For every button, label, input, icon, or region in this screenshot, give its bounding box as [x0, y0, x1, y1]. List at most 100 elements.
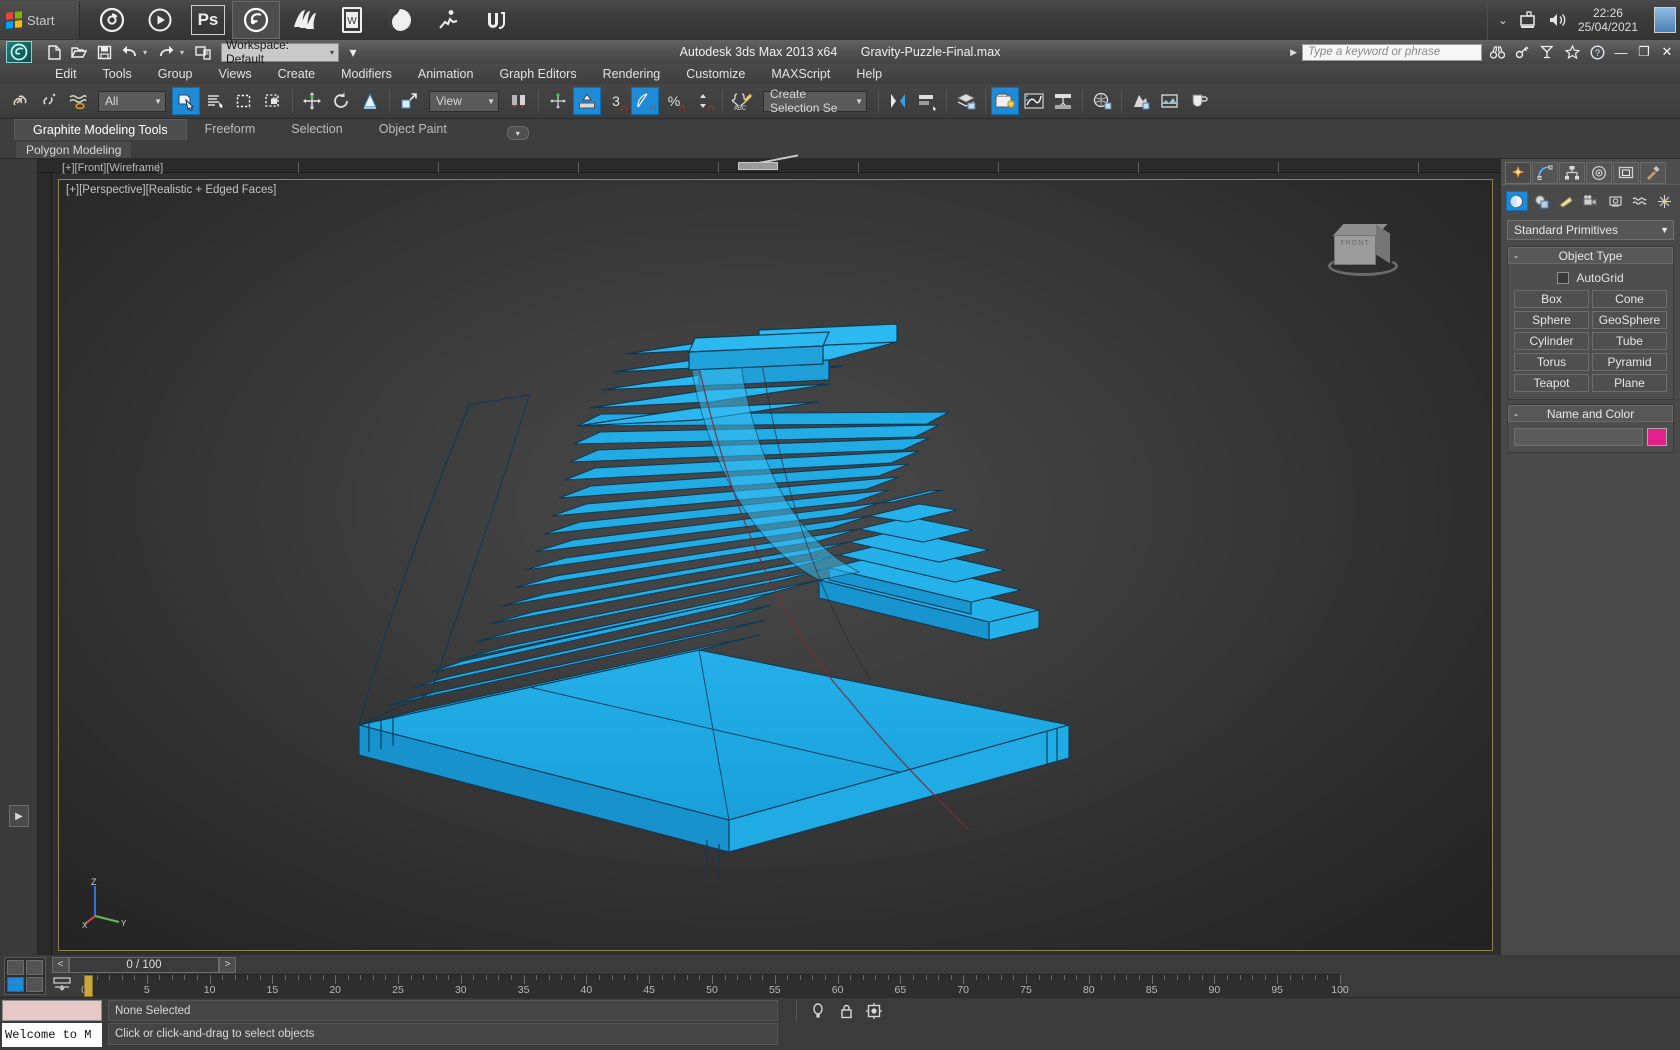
- object-type-header[interactable]: - Object Type: [1508, 247, 1673, 264]
- unlink-selection-button[interactable]: [35, 87, 63, 115]
- align-objects-button[interactable]: [913, 87, 941, 115]
- frame-display-field[interactable]: 0 / 100: [69, 957, 219, 973]
- hierarchy-tab[interactable]: [1559, 162, 1585, 184]
- menu-item-animation[interactable]: Animation: [405, 64, 487, 84]
- object-color-swatch[interactable]: [1647, 428, 1667, 446]
- spinner-snap-toggle-button[interactable]: % ∩: [660, 87, 688, 115]
- lock-selection-icon[interactable]: [836, 1001, 856, 1021]
- layout-cell-3[interactable]: [7, 977, 24, 992]
- restore-button[interactable]: ❐: [1635, 43, 1653, 61]
- utilities-tab[interactable]: [1640, 162, 1666, 184]
- align-button[interactable]: [544, 87, 572, 115]
- infocenter-expand-icon[interactable]: ▶: [1290, 47, 1297, 58]
- menu-item-help[interactable]: Help: [843, 64, 895, 84]
- application-menu-button[interactable]: [0, 40, 38, 64]
- tab-freeform[interactable]: Freeform: [187, 119, 274, 140]
- name-and-color-header[interactable]: - Name and Color: [1508, 405, 1673, 422]
- perspective-viewport[interactable]: [+][Perspective][Realistic + Edged Faces…: [58, 179, 1493, 951]
- maxscript-mini-listener[interactable]: [2, 1000, 102, 1021]
- systems-button[interactable]: [1653, 191, 1675, 211]
- word-icon[interactable]: W: [328, 1, 376, 39]
- sport-tracker-icon[interactable]: [424, 1, 472, 39]
- menu-item-modifiers[interactable]: Modifiers: [328, 64, 405, 84]
- previous-frame-button[interactable]: <: [52, 957, 69, 973]
- open-mini-curve-editor-icon[interactable]: [50, 975, 74, 995]
- workspace-menu-icon[interactable]: ▾: [342, 42, 364, 62]
- selection-filter-combo[interactable]: All ▼: [98, 91, 166, 112]
- render-setup-button[interactable]: [1127, 87, 1155, 115]
- ruler-handle[interactable]: [738, 162, 778, 170]
- star-icon[interactable]: [1562, 42, 1582, 62]
- satellite-icon[interactable]: [1537, 42, 1557, 62]
- pyramid-button[interactable]: Pyramid: [1592, 353, 1667, 371]
- close-button[interactable]: ✕: [1658, 43, 1676, 61]
- autogrid-checkbox[interactable]: [1557, 272, 1569, 284]
- search-input[interactable]: Type a keyword or phrase: [1302, 44, 1482, 61]
- select-and-scale-button[interactable]: [356, 87, 384, 115]
- bittorrent-icon[interactable]: [376, 1, 424, 39]
- menu-item-maxscript[interactable]: MAXScript: [758, 64, 843, 84]
- menu-item-rendering[interactable]: Rendering: [590, 64, 674, 84]
- menu-item-customize[interactable]: Customize: [673, 64, 758, 84]
- percent-snap-toggle-button[interactable]: ∩: [631, 87, 659, 115]
- box-button[interactable]: Box: [1514, 290, 1589, 308]
- select-and-rotate-button[interactable]: [327, 87, 355, 115]
- display-tab[interactable]: [1613, 162, 1639, 184]
- angle-snap-toggle-button[interactable]: 3 ∩: [602, 87, 630, 115]
- staircase-mesh-model[interactable]: [59, 180, 1493, 951]
- absolute-relative-transform-icon[interactable]: [864, 1001, 884, 1021]
- select-link-button[interactable]: [6, 87, 34, 115]
- media-player-icon[interactable]: [136, 1, 184, 39]
- minimize-button[interactable]: —: [1612, 43, 1630, 61]
- viewport-expand-button[interactable]: ▶: [9, 805, 29, 827]
- window-crossing-button[interactable]: [259, 87, 287, 115]
- shapes-button[interactable]: [1531, 191, 1553, 211]
- object-name-input[interactable]: [1514, 428, 1643, 446]
- undo-dropdown-icon[interactable]: ▾: [143, 48, 152, 57]
- photoshop-icon[interactable]: Ps: [191, 5, 225, 35]
- lights-button[interactable]: [1555, 191, 1577, 211]
- render-frame-window-button[interactable]: [1156, 87, 1184, 115]
- network-icon[interactable]: [1518, 11, 1538, 29]
- tray-clock[interactable]: 22:26 25/04/2021: [1578, 6, 1638, 34]
- workspace-selector[interactable]: Workspace: Default ▾: [221, 43, 339, 62]
- select-object-button[interactable]: [172, 87, 200, 115]
- graphite-modeling-toggle-button[interactable]: [991, 87, 1019, 115]
- modify-tab[interactable]: [1532, 162, 1558, 184]
- geosphere-button[interactable]: GeoSphere: [1592, 311, 1667, 329]
- 3dsmax-taskbar-icon[interactable]: [232, 1, 280, 39]
- cameras-button[interactable]: [1580, 191, 1602, 211]
- select-and-move-button[interactable]: [298, 87, 326, 115]
- panel-polygon-modeling[interactable]: Polygon Modeling: [16, 142, 131, 158]
- named-selection-sets-button[interactable]: ABC: [728, 87, 756, 115]
- space-warps-button[interactable]: [1629, 191, 1651, 211]
- key-icon[interactable]: [1512, 42, 1532, 62]
- chrome-icon[interactable]: [88, 1, 136, 39]
- bind-to-space-warp-button[interactable]: [64, 87, 92, 115]
- welcome-message[interactable]: Welcome to M: [2, 1023, 102, 1047]
- teapot-button[interactable]: Teapot: [1514, 374, 1589, 392]
- show-desktop-button[interactable]: [1654, 7, 1676, 33]
- use-pivot-point-center-button[interactable]: [395, 87, 423, 115]
- render-production-button[interactable]: [1185, 87, 1213, 115]
- named-selection-set-combo[interactable]: Create Selection Se ▼: [763, 91, 867, 112]
- tab-graphite-modeling-tools[interactable]: Graphite Modeling Tools: [14, 119, 187, 140]
- menu-item-views[interactable]: Views: [205, 64, 264, 84]
- tab-selection[interactable]: Selection: [273, 119, 360, 140]
- snaps-toggle-button[interactable]: [573, 87, 601, 115]
- material-editor-button[interactable]: [1088, 87, 1116, 115]
- timeline-ruler[interactable]: 0510152025303540455055606570758085909510…: [84, 974, 1340, 997]
- use-selection-center-button[interactable]: [505, 87, 533, 115]
- reference-coordinate-system-combo[interactable]: View ▼: [429, 91, 499, 112]
- torus-button[interactable]: Torus: [1514, 353, 1589, 371]
- menu-item-tools[interactable]: Tools: [90, 64, 145, 84]
- menu-item-edit[interactable]: Edit: [42, 64, 90, 84]
- next-frame-button[interactable]: >: [219, 957, 236, 973]
- redo-dropdown-icon[interactable]: ▾: [180, 48, 189, 57]
- unreal-engine-icon[interactable]: [472, 1, 520, 39]
- tray-chevron-icon[interactable]: ⌄: [1498, 13, 1508, 27]
- layout-cell-1[interactable]: [7, 960, 24, 975]
- menu-item-graph-editors[interactable]: Graph Editors: [486, 64, 589, 84]
- start-button[interactable]: Start: [0, 1, 80, 39]
- autogrid-row[interactable]: AutoGrid: [1514, 269, 1667, 290]
